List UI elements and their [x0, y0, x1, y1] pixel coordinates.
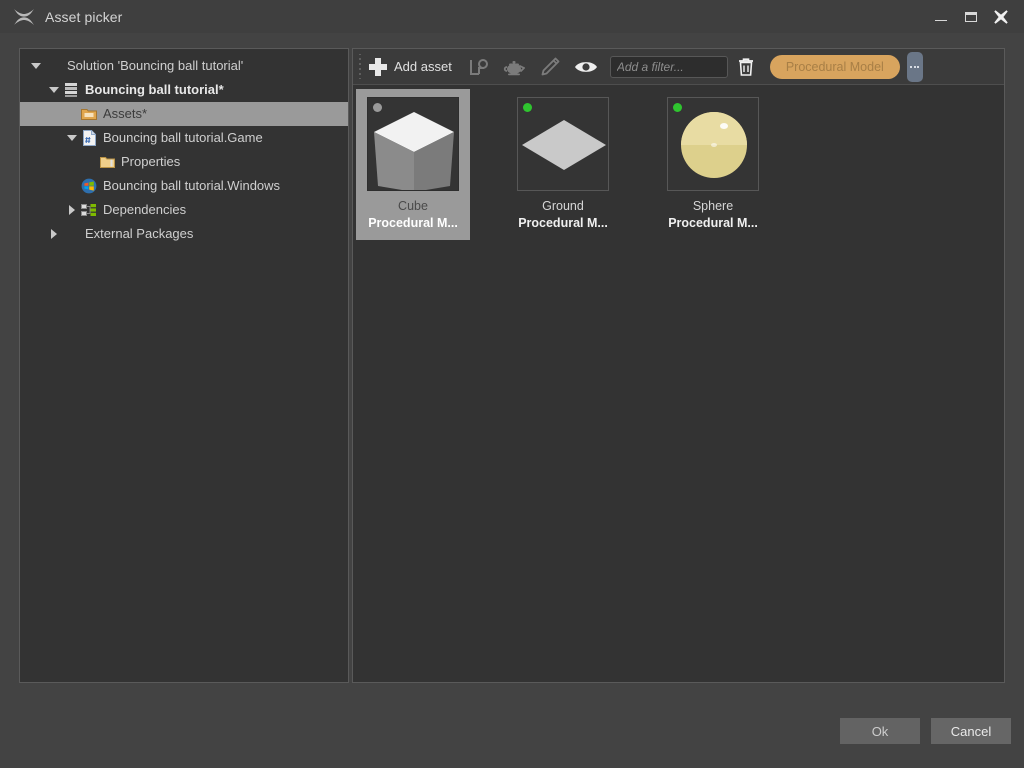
asset-grid: Cube Procedural M... Ground Procedural M...… — [353, 85, 1004, 240]
asset-status-dot — [523, 103, 532, 112]
asset-name-label: Sphere — [693, 199, 733, 213]
cancel-button[interactable]: Cancel — [931, 718, 1011, 744]
window-controls — [926, 0, 1024, 33]
tree-item[interactable]: Bouncing ball tutorial* — [20, 78, 348, 102]
delete-asset-button[interactable] — [728, 52, 764, 82]
tree-item[interactable]: Assets* — [20, 102, 348, 126]
tree-item-label: Dependencies — [103, 198, 186, 222]
tree-item-label: Assets* — [103, 102, 147, 126]
undo-import-button[interactable] — [460, 52, 496, 82]
more-options-button[interactable] — [907, 52, 923, 82]
chevron-right-icon[interactable] — [46, 222, 62, 246]
asset-thumbnail — [367, 97, 459, 191]
plus-icon — [369, 58, 387, 76]
twisty-placeholder — [64, 174, 80, 198]
maximize-icon — [965, 12, 977, 22]
asset-status-dot — [373, 103, 382, 112]
asset-tile[interactable]: Sphere Procedural M... — [656, 89, 770, 240]
tree-item[interactable]: External Packages — [20, 222, 348, 246]
project-icon — [62, 81, 80, 99]
asset-picker-window: Asset picker Solution 'Bouncing ball tut… — [0, 0, 1024, 768]
folder-open-icon — [80, 105, 98, 123]
drag-handle-icon[interactable] — [356, 54, 363, 80]
chevron-down-icon[interactable] — [46, 78, 62, 102]
no-icon — [44, 57, 62, 75]
asset-name-label: Cube — [398, 199, 428, 213]
asset-thumbnail — [667, 97, 759, 191]
tree-item[interactable]: Dependencies — [20, 198, 348, 222]
tree-item[interactable]: Solution 'Bouncing ball tutorial' — [20, 54, 348, 78]
asset-browser-panel: Add asset — [352, 48, 1005, 683]
chevron-down-icon[interactable] — [64, 126, 80, 150]
visibility-toggle-button[interactable] — [568, 52, 604, 82]
tree-item-label: Bouncing ball tutorial.Game — [103, 126, 263, 150]
trash-icon — [737, 57, 755, 77]
filter-input[interactable] — [610, 56, 728, 78]
add-asset-label: Add asset — [394, 59, 452, 74]
folder-icon — [98, 153, 116, 171]
tree-item-label: Solution 'Bouncing ball tutorial' — [67, 54, 243, 78]
solution-explorer-panel: Solution 'Bouncing ball tutorial'Bouncin… — [19, 48, 349, 683]
close-button[interactable] — [986, 0, 1016, 33]
asset-toolbar: Add asset — [353, 49, 1004, 85]
asset-name-label: Ground — [542, 199, 584, 213]
active-filter-tag[interactable]: Procedural Model — [770, 55, 900, 79]
chevron-down-icon[interactable] — [28, 54, 44, 78]
close-icon — [994, 10, 1008, 24]
dependencies-icon — [80, 201, 98, 219]
add-asset-button[interactable]: Add asset — [365, 52, 460, 82]
pencil-edit-icon — [539, 56, 561, 78]
teapot-icon — [503, 57, 525, 77]
tree-item-label: Properties — [121, 150, 180, 174]
maximize-button[interactable] — [956, 0, 986, 33]
edit-asset-button[interactable] — [532, 52, 568, 82]
asset-tile[interactable]: Cube Procedural M... — [356, 89, 470, 240]
tree-item-label: External Packages — [85, 222, 193, 246]
twisty-placeholder — [64, 102, 80, 126]
chevron-right-icon[interactable] — [64, 198, 80, 222]
tree-item-label: Bouncing ball tutorial.Windows — [103, 174, 280, 198]
dialog-footer: Ok Cancel — [0, 696, 1024, 768]
csharp-file-icon — [80, 129, 98, 147]
title-bar: Asset picker — [0, 0, 1024, 33]
asset-type-label: Procedural M... — [518, 216, 608, 230]
undo-import-icon — [468, 57, 488, 77]
asset-type-label: Procedural M... — [668, 216, 758, 230]
tree-item[interactable]: Bouncing ball tutorial.Game — [20, 126, 348, 150]
minimize-icon — [935, 20, 947, 21]
windows-icon — [80, 177, 98, 195]
twisty-placeholder — [82, 150, 98, 174]
tree-item[interactable]: Bouncing ball tutorial.Windows — [20, 174, 348, 198]
window-title: Asset picker — [45, 9, 122, 25]
solution-tree: Solution 'Bouncing ball tutorial'Bouncin… — [20, 49, 348, 246]
asset-status-dot — [673, 103, 682, 112]
xenko-logo-icon — [11, 7, 37, 27]
asset-type-label: Procedural M... — [368, 216, 458, 230]
no-icon — [62, 225, 80, 243]
asset-tile[interactable]: Ground Procedural M... — [506, 89, 620, 240]
teapot-preview-button[interactable] — [496, 52, 532, 82]
tree-item-label: Bouncing ball tutorial* — [85, 78, 224, 102]
eye-visibility-icon — [574, 59, 598, 75]
asset-thumbnail — [517, 97, 609, 191]
tree-item[interactable]: Properties — [20, 150, 348, 174]
minimize-button[interactable] — [926, 0, 956, 33]
ok-button[interactable]: Ok — [840, 718, 920, 744]
